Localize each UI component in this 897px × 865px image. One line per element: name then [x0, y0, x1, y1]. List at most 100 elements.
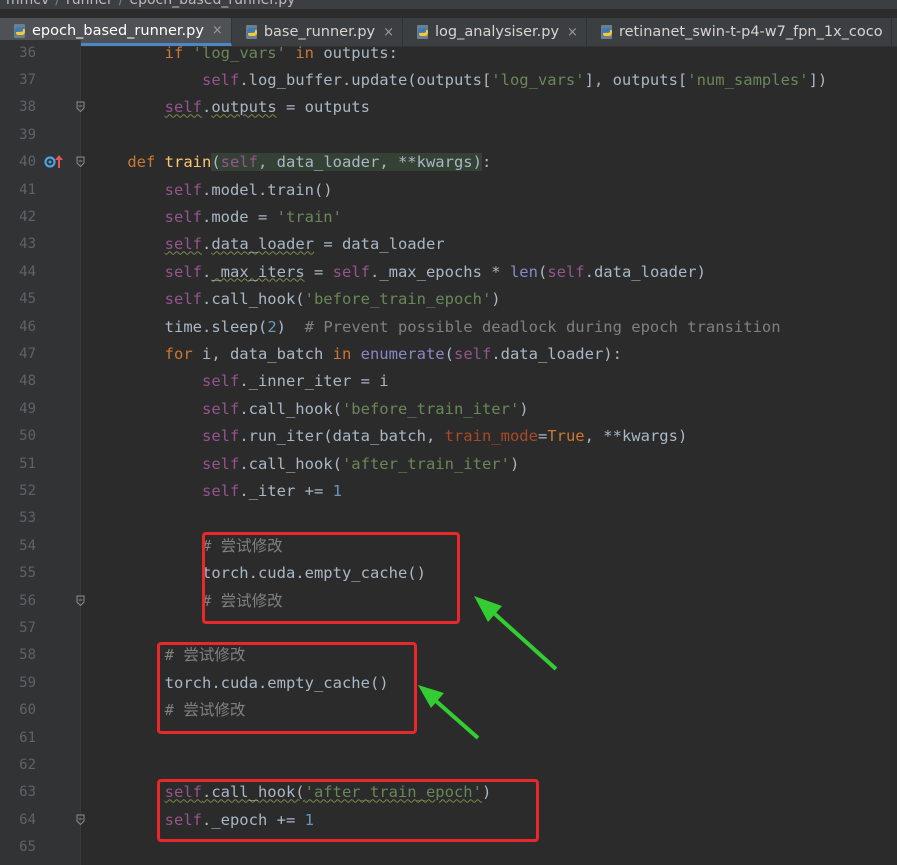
code-line[interactable]: 51 self.call_hook('after_train_iter') — [0, 451, 897, 478]
code-token: self — [201, 70, 240, 89]
annotation-box-epoch-level — [157, 642, 417, 734]
code-line[interactable]: 40 def train(self, data_loader, **kwargs… — [0, 149, 897, 176]
code-token: data_loader — [211, 235, 314, 254]
fold-icon[interactable] — [76, 595, 85, 606]
code-line[interactable]: 47 for i, data_batch in enumerate(self.d… — [0, 341, 897, 368]
code-token: .call_hook( — [239, 454, 342, 473]
code-line[interactable]: 53 — [0, 505, 897, 532]
code-token: ( — [537, 262, 548, 281]
code-line[interactable]: 61 — [0, 725, 897, 752]
close-icon[interactable]: × — [567, 25, 578, 40]
code-line[interactable]: 48 self._inner_iter = i — [0, 368, 897, 395]
line-number: 59 — [19, 674, 36, 691]
close-icon[interactable]: × — [383, 25, 394, 40]
code-line[interactable]: 59 torch.cuda.empty_cache() — [0, 670, 897, 697]
code-token: enumerate — [360, 344, 445, 363]
code-line[interactable]: 36 if 'log_vars' in outputs: — [0, 40, 897, 67]
code-editor[interactable]: 36 if 'log_vars' in outputs: 37 self.log_… — [0, 40, 897, 865]
code-token: self — [201, 427, 240, 446]
code-line[interactable]: 44 self._max_iters = self._max_epochs * … — [0, 259, 897, 286]
breadcrumb-item-file[interactable]: epoch_based_runner.py — [129, 0, 295, 8]
line-number: 51 — [19, 455, 36, 472]
line-number: 45 — [19, 291, 36, 308]
fold-icon[interactable] — [76, 814, 85, 825]
tab-label: log_analysiser.py — [435, 24, 560, 40]
code-text: self.mode = 'train' — [90, 204, 342, 231]
code-token: True — [547, 427, 585, 446]
line-number: 41 — [19, 181, 36, 198]
tab-label: retinanet_swin-t-p4-w7_fpn_1x_coco — [618, 24, 883, 40]
code-text: self.call_hook('before_train_iter') — [90, 396, 529, 423]
code-token: i, data_batch — [201, 344, 333, 363]
code-line[interactable]: 42 self.mode = 'train' — [0, 204, 897, 231]
code-token: in — [285, 43, 324, 62]
code-line[interactable]: 52 self._iter += 1 — [0, 478, 897, 505]
code-token: = outputs — [276, 98, 370, 117]
code-token: 'log_vars' — [491, 70, 585, 89]
line-number: 48 — [19, 373, 36, 390]
code-token: 2 — [267, 317, 277, 336]
line-number: 63 — [19, 784, 36, 801]
code-line[interactable]: 49 self.call_hook('before_train_iter') — [0, 396, 897, 423]
code-token: ) — [519, 399, 529, 418]
fold-icon[interactable] — [76, 156, 85, 168]
python-file-icon — [14, 23, 25, 38]
code-token: . — [201, 98, 212, 117]
code-line[interactable]: 62 — [0, 752, 897, 779]
code-line[interactable]: 41 self.model.train() — [0, 177, 897, 204]
line-number: 52 — [19, 482, 36, 499]
line-number: 55 — [19, 565, 36, 582]
tab-label: base_runner.py — [263, 24, 376, 40]
code-line[interactable]: 60 # 尝试修改 — [0, 697, 897, 724]
code-token: = — [304, 262, 333, 281]
code-token: ._iter += — [239, 481, 333, 500]
code-text: self._inner_iter = i — [90, 368, 389, 395]
code-token: time.sleep( — [164, 317, 268, 336]
line-number: 54 — [19, 537, 36, 554]
code-token: = — [537, 427, 548, 446]
code-text: self.call_hook('after_train_iter') — [90, 451, 519, 478]
fold-icon[interactable] — [76, 101, 85, 113]
code-token: ], outputs[ — [584, 70, 688, 89]
code-token: , data_loader, **kwargs — [258, 153, 473, 172]
line-number: 40 — [19, 154, 36, 171]
code-token: , **kwargs) — [584, 427, 688, 446]
line-number: 61 — [19, 729, 36, 746]
code-text: self.call_hook('before_train_epoch') — [90, 286, 501, 313]
code-text: self.log_buffer.update(outputs['log_vars… — [90, 67, 827, 94]
close-icon[interactable]: × — [212, 23, 223, 38]
line-number: 37 — [19, 71, 36, 88]
breadcrumb-item-mmcv[interactable]: mmcv — [6, 0, 49, 8]
code-token: outputs: — [323, 43, 398, 62]
code-line[interactable]: 58 # 尝试修改 — [0, 642, 897, 669]
breadcrumb-item-runner[interactable]: runner — [66, 0, 113, 8]
code-line[interactable]: 45 self.call_hook('before_train_epoch') — [0, 286, 897, 313]
code-text: for i, data_batch in enumerate(self.data… — [90, 341, 622, 368]
line-number: 42 — [19, 208, 36, 225]
code-text: self.outputs = outputs — [90, 94, 370, 121]
line-number: 49 — [19, 400, 36, 417]
code-line[interactable]: 43 self.data_loader = data_loader — [0, 231, 897, 258]
breadcrumb-separator: / — [55, 0, 60, 8]
code-line[interactable]: 50 self.run_iter(data_batch, train_mode=… — [0, 423, 897, 450]
code-line[interactable]: 37 self.log_buffer.update(outputs['log_v… — [0, 67, 897, 94]
code-line[interactable]: 39 — [0, 122, 897, 149]
line-number: 47 — [19, 345, 36, 362]
code-token: self — [164, 262, 202, 281]
code-token: .call_hook( — [201, 290, 305, 309]
annotation-box-inner-loop — [202, 532, 460, 624]
overrides-method-icon[interactable] — [44, 154, 66, 170]
code-line[interactable]: 38 self.outputs = outputs — [0, 94, 897, 121]
code-line[interactable]: 46 time.sleep(2) # Prevent possible dead… — [0, 314, 897, 341]
code-token: .data_loader) — [584, 262, 706, 281]
